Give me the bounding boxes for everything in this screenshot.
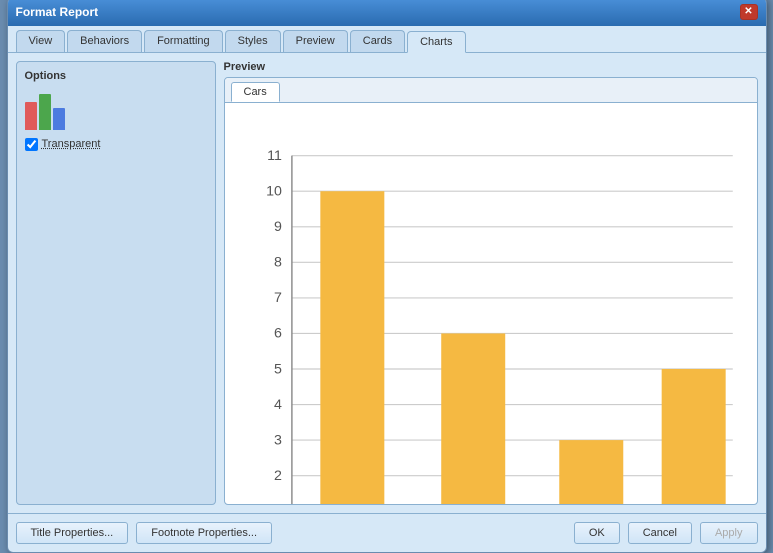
preview-box: Cars	[224, 77, 758, 505]
svg-text:4: 4	[274, 396, 282, 412]
tab-charts[interactable]: Charts	[407, 31, 465, 53]
svg-text:2: 2	[274, 467, 282, 483]
svg-text:11: 11	[267, 147, 282, 163]
footer: Title Properties... Footnote Properties.…	[8, 513, 766, 552]
bar-chart-svg: 11 10 9 8 7 6 5 4 3 2 1 0	[235, 113, 747, 505]
title-bar: Format Report ✕	[8, 0, 766, 26]
tab-cards[interactable]: Cards	[350, 30, 405, 52]
chart-tab-cars[interactable]: Cars	[231, 82, 280, 102]
chart-icon	[25, 90, 73, 130]
chart-area: 11 10 9 8 7 6 5 4 3 2 1 0	[225, 103, 757, 505]
preview-panel: Preview Cars	[224, 61, 758, 505]
cancel-button[interactable]: Cancel	[628, 522, 692, 544]
tab-behaviors[interactable]: Behaviors	[67, 30, 142, 52]
footnote-properties-button[interactable]: Footnote Properties...	[136, 522, 272, 544]
footer-left: Title Properties... Footnote Properties.…	[16, 522, 273, 544]
svg-text:3: 3	[274, 432, 282, 448]
window-title: Format Report	[16, 5, 99, 19]
tab-styles[interactable]: Styles	[225, 30, 281, 52]
transparent-label: Transparent	[42, 138, 101, 150]
main-content: Options Transparent Preview Cars	[8, 53, 766, 513]
svg-text:7: 7	[274, 290, 282, 306]
transparent-checkbox[interactable]	[25, 138, 38, 151]
preview-title: Preview	[224, 61, 758, 73]
bar-ford	[441, 333, 505, 505]
tab-formatting[interactable]: Formatting	[144, 30, 223, 52]
tab-view[interactable]: View	[16, 30, 66, 52]
apply-button[interactable]: Apply	[700, 522, 758, 544]
ok-button[interactable]: OK	[574, 522, 620, 544]
svg-text:8: 8	[274, 254, 282, 270]
bar-land-rover	[661, 368, 725, 504]
format-report-window: Format Report ✕ View Behaviors Formattin…	[7, 0, 767, 553]
footer-right: OK Cancel Apply	[574, 522, 758, 544]
options-panel: Options Transparent	[16, 61, 216, 505]
svg-text:6: 6	[274, 325, 282, 341]
close-button[interactable]: ✕	[740, 4, 758, 20]
bar-bmw	[320, 191, 384, 505]
chart-tab-bar: Cars	[225, 78, 757, 103]
bar-audi	[559, 440, 623, 505]
transparent-checkbox-row: Transparent	[25, 138, 207, 151]
tab-bar: View Behaviors Formatting Styles Preview…	[8, 26, 766, 53]
options-title: Options	[25, 70, 207, 82]
svg-text:5: 5	[274, 361, 282, 377]
tab-preview[interactable]: Preview	[283, 30, 348, 52]
svg-text:10: 10	[266, 183, 282, 199]
title-properties-button[interactable]: Title Properties...	[16, 522, 129, 544]
svg-text:1: 1	[274, 503, 282, 505]
svg-text:9: 9	[274, 219, 282, 235]
